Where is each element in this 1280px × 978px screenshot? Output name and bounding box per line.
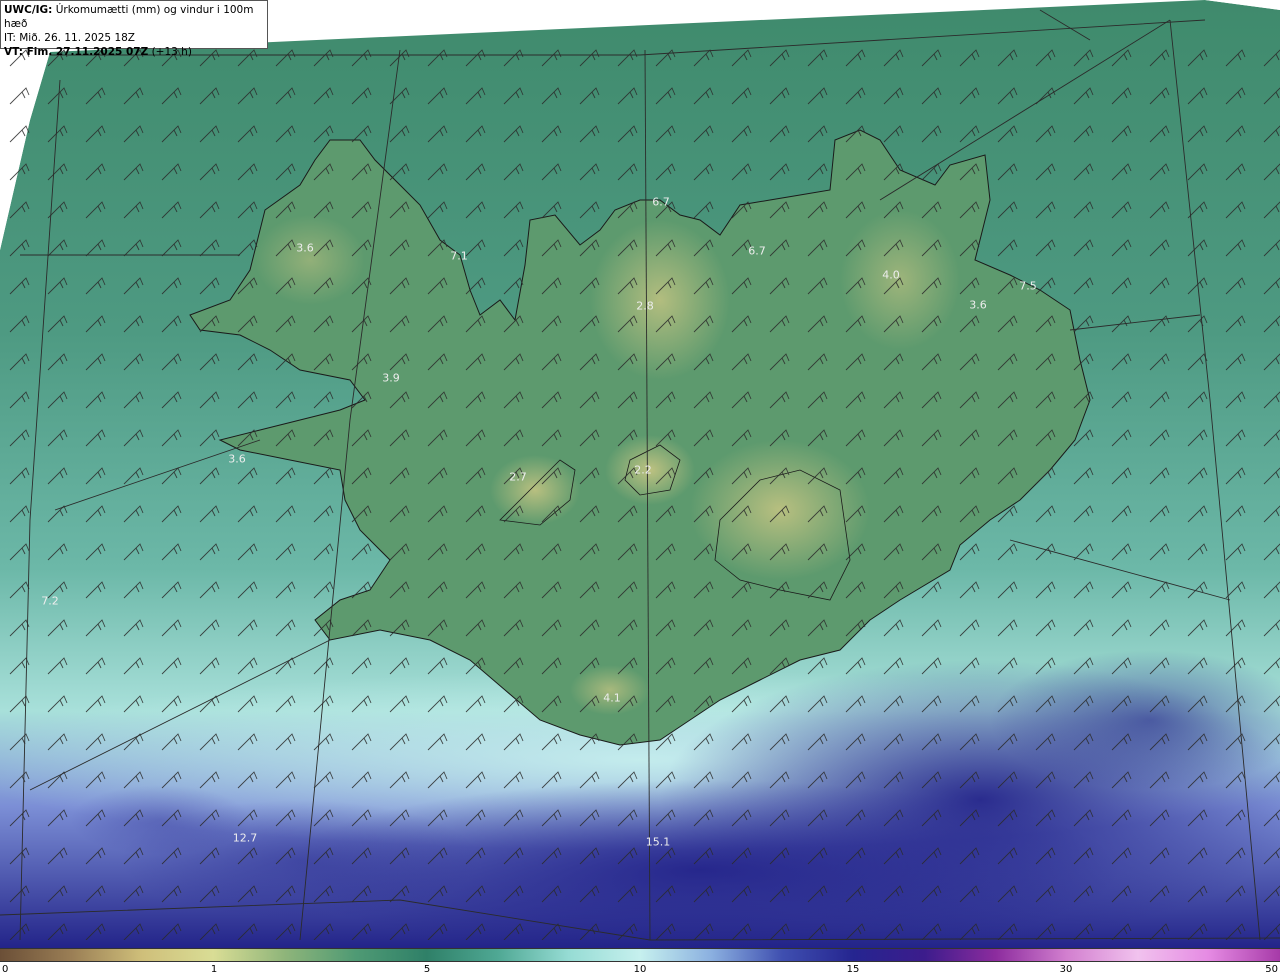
point-value-myrdalsjokull: 4.1 bbox=[603, 691, 621, 705]
init-time: IT: Mið. 26. 11. 2025 18Z bbox=[4, 32, 135, 44]
legend-tick-30: 30 bbox=[1059, 964, 1073, 975]
point-value-southwest-ocean: 12.7 bbox=[232, 831, 258, 845]
point-value-westfjords-east: 7.1 bbox=[450, 249, 468, 263]
title-line: UWC/IG: Úrkomumætti (mm) og vindur i 100… bbox=[4, 3, 264, 31]
point-value-east-coast: 7.5 bbox=[1019, 279, 1037, 293]
point-value-south-ocean: 15.1 bbox=[645, 835, 671, 849]
legend-tick-5: 5 bbox=[423, 964, 431, 975]
point-value-snaefellsnes: 3.6 bbox=[228, 452, 246, 466]
point-value-north-coast-a: 6.7 bbox=[652, 195, 670, 209]
point-value-west: 3.9 bbox=[382, 371, 400, 385]
valid-time: VT: Fim. 27.11.2025 07Z bbox=[4, 46, 149, 58]
point-value-north-central: 2.8 bbox=[636, 299, 654, 313]
valid-time-line: VT: Fim. 27.11.2025 07Z (+13 h) bbox=[4, 45, 264, 59]
point-value-east: 3.6 bbox=[969, 298, 987, 312]
legend-tick-1: 1 bbox=[210, 964, 218, 975]
point-value-west-ocean: 7.2 bbox=[41, 594, 59, 608]
legend-tick-0: 0 bbox=[2, 964, 9, 975]
point-value-northeast: 4.0 bbox=[882, 268, 900, 282]
model-name: UWC/IG: bbox=[4, 4, 53, 16]
lead-time: (+13 h) bbox=[151, 46, 192, 58]
color-legend: 0 1 5 10 15 30 50 bbox=[0, 948, 1280, 978]
map-title-box: UWC/IG: Úrkomumætti (mm) og vindur i 100… bbox=[0, 0, 268, 58]
legend-tick-15: 15 bbox=[846, 964, 860, 975]
legend-tick-10: 10 bbox=[633, 964, 647, 975]
point-value-hofsjokull: 2.2 bbox=[634, 463, 652, 477]
legend-tick-50: 50 bbox=[1265, 964, 1278, 975]
point-value-north-coast-b: 6.7 bbox=[748, 244, 766, 258]
point-value-langjokull: 2.7 bbox=[509, 470, 527, 484]
legend-colorbar bbox=[0, 948, 1280, 962]
precipitation-wind-map: 3.6 7.1 6.7 6.7 4.0 3.6 7.5 2.8 3.9 3.6 … bbox=[0, 0, 1280, 948]
point-value-westfjords-north: 3.6 bbox=[296, 241, 314, 255]
